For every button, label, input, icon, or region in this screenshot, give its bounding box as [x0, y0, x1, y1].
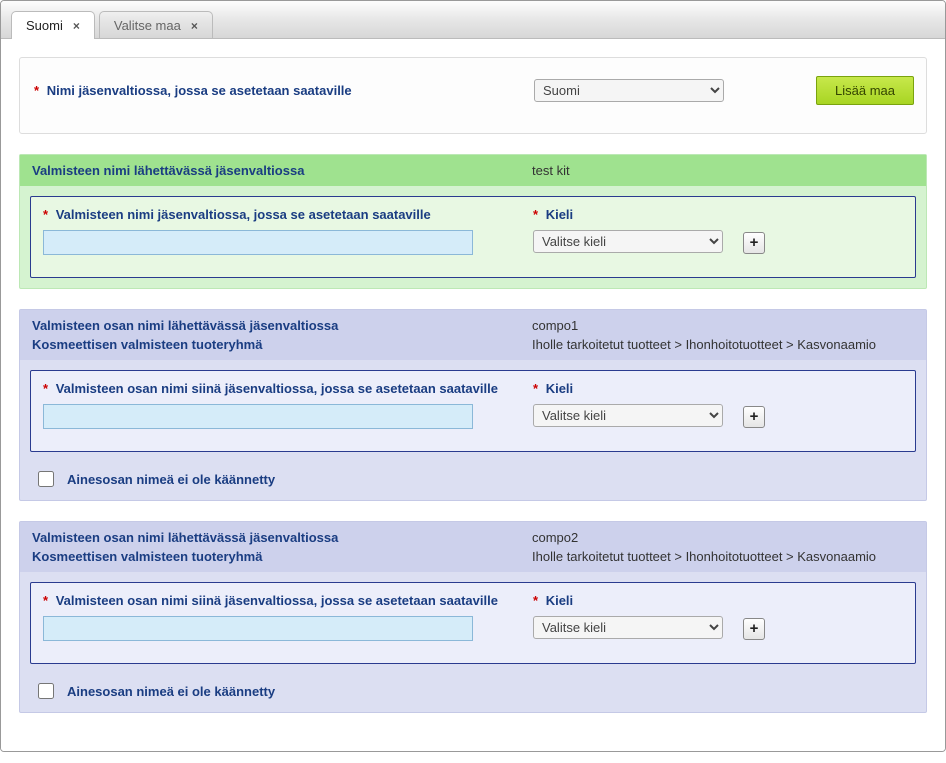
component-name-value: compo1	[532, 318, 914, 333]
required-icon: *	[533, 381, 538, 396]
not-translated-label: Ainesosan nimeä ei ole käännetty	[67, 472, 275, 487]
plus-icon[interactable]: +	[743, 232, 765, 254]
component-name-input[interactable]	[43, 616, 473, 641]
inner-box: * Valmisteen osan nimi siinä jäsenvaltio…	[30, 370, 916, 452]
language-label: Kieli	[546, 381, 573, 396]
close-icon[interactable]: ×	[191, 19, 198, 33]
section-header: Valmisteen osan nimi lähettävässä jäsenv…	[20, 310, 926, 360]
tab-valitse-maa[interactable]: Valitse maa ×	[99, 11, 213, 39]
required-icon: *	[43, 593, 48, 608]
name-label: Valmisteen osan nimi siinä jäsenvaltioss…	[56, 593, 498, 608]
product-name-input[interactable]	[43, 230, 473, 255]
component-section-1: Valmisteen osan nimi lähettävässä jäsenv…	[19, 309, 927, 501]
required-icon: *	[43, 207, 48, 222]
not-translated-checkbox[interactable]	[38, 683, 54, 699]
tab-bar: Suomi × Valitse maa ×	[1, 1, 945, 39]
section-header: Valmisteen osan nimi lähettävässä jäsenv…	[20, 522, 926, 572]
header-label: Valmisteen nimi lähettävässä jäsenvaltio…	[32, 163, 532, 178]
required-icon: *	[43, 381, 48, 396]
required-icon: *	[533, 593, 538, 608]
product-group-value: Iholle tarkoitetut tuotteet > Ihonhoitot…	[532, 337, 914, 352]
product-group-label: Kosmeettisen valmisteen tuoteryhmä	[32, 549, 532, 564]
language-select[interactable]: Valitse kieli	[533, 616, 723, 639]
not-translated-checkbox[interactable]	[38, 471, 54, 487]
component-section-2: Valmisteen osan nimi lähettävässä jäsenv…	[19, 521, 927, 713]
required-icon: *	[533, 207, 538, 222]
section-header: Valmisteen nimi lähettävässä jäsenvaltio…	[20, 155, 926, 186]
name-label: Valmisteen osan nimi siinä jäsenvaltioss…	[56, 381, 498, 396]
language-select[interactable]: Valitse kieli	[533, 404, 723, 427]
header-value: test kit	[532, 163, 914, 178]
close-icon[interactable]: ×	[73, 19, 80, 33]
language-label: Kieli	[546, 593, 573, 608]
country-panel: * Nimi jäsenvaltiossa, jossa se asetetaa…	[19, 57, 927, 134]
tab-label: Valitse maa	[114, 18, 181, 33]
component-name-input[interactable]	[43, 404, 473, 429]
language-select[interactable]: Valitse kieli	[533, 230, 723, 253]
tab-label: Suomi	[26, 18, 63, 33]
main-container: Suomi × Valitse maa × * Nimi jäsenvaltio…	[0, 0, 946, 752]
not-translated-label: Ainesosan nimeä ei ole käännetty	[67, 684, 275, 699]
inner-box: * Valmisteen nimi jäsenvaltiossa, jossa …	[30, 196, 916, 278]
country-select[interactable]: Suomi	[534, 79, 724, 102]
component-name-sender-label: Valmisteen osan nimi lähettävässä jäsenv…	[32, 318, 532, 333]
plus-icon[interactable]: +	[743, 618, 765, 640]
name-label: Valmisteen nimi jäsenvaltiossa, jossa se…	[56, 207, 431, 222]
product-group-value: Iholle tarkoitetut tuotteet > Ihonhoitot…	[532, 549, 914, 564]
component-name-value: compo2	[532, 530, 914, 545]
product-group-label: Kosmeettisen valmisteen tuoteryhmä	[32, 337, 532, 352]
add-country-button[interactable]: Lisää maa	[816, 76, 914, 105]
tab-suomi[interactable]: Suomi ×	[11, 11, 95, 39]
content: * Nimi jäsenvaltiossa, jossa se asetetaa…	[1, 39, 945, 751]
required-icon: *	[34, 83, 39, 98]
country-label: Nimi jäsenvaltiossa, jossa se asetetaan …	[47, 83, 352, 98]
not-translated-row: Ainesosan nimeä ei ole käännetty	[20, 674, 926, 712]
language-label: Kieli	[546, 207, 573, 222]
not-translated-row: Ainesosan nimeä ei ole käännetty	[20, 462, 926, 500]
plus-icon[interactable]: +	[743, 406, 765, 428]
inner-box: * Valmisteen osan nimi siinä jäsenvaltio…	[30, 582, 916, 664]
component-name-sender-label: Valmisteen osan nimi lähettävässä jäsenv…	[32, 530, 532, 545]
product-name-section: Valmisteen nimi lähettävässä jäsenvaltio…	[19, 154, 927, 289]
